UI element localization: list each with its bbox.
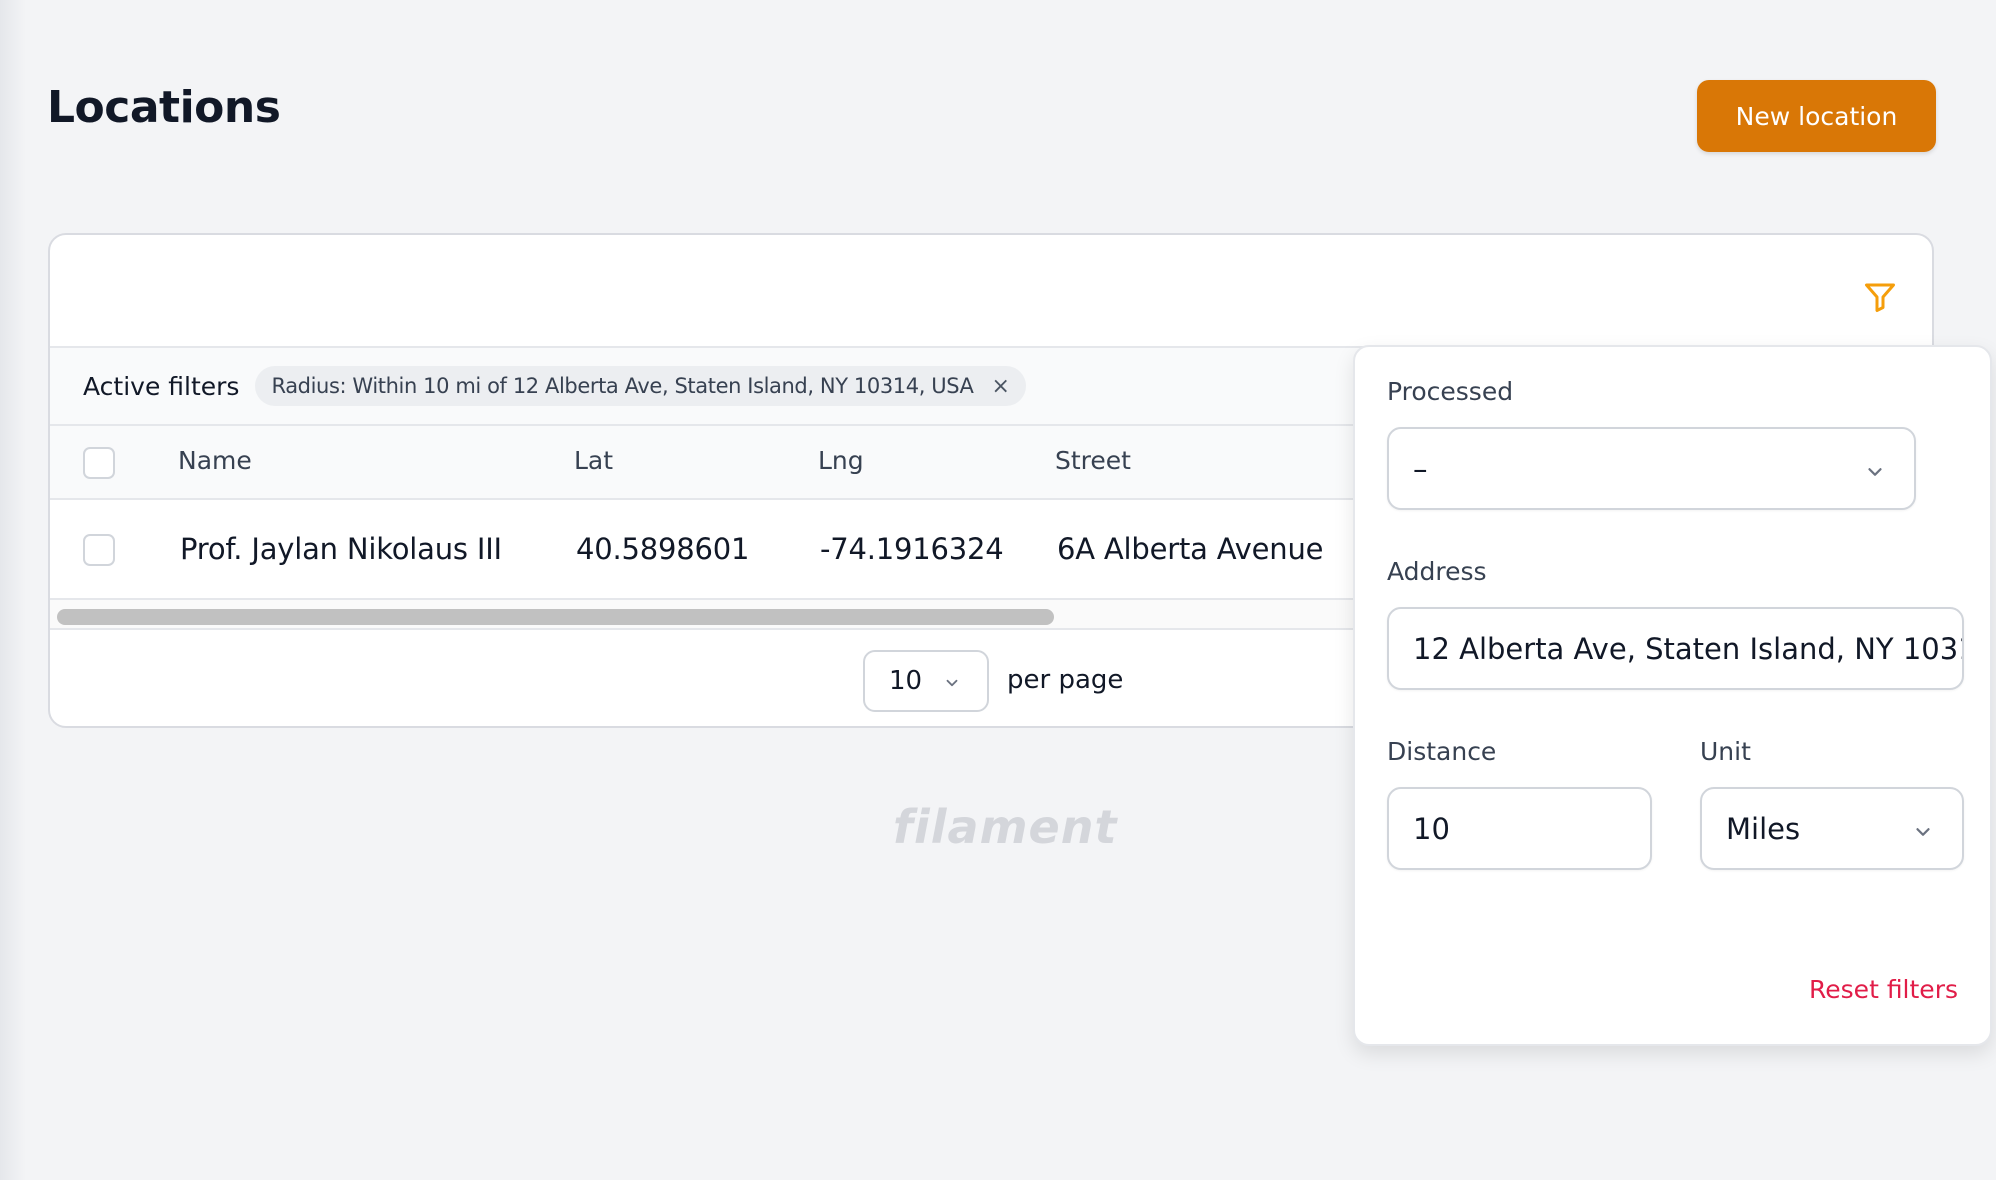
- filter-toggle-button[interactable]: 1: [1860, 269, 1910, 319]
- funnel-icon: [1865, 283, 1895, 312]
- column-header-name[interactable]: Name: [178, 446, 252, 475]
- select-all-checkbox[interactable]: [83, 447, 115, 479]
- processed-select[interactable]: –: [1387, 427, 1916, 510]
- cell-lat: 40.5898601: [576, 532, 750, 566]
- filament-logo: filament: [893, 800, 1118, 854]
- column-header-lat[interactable]: Lat: [574, 446, 613, 475]
- sidebar-edge-shadow: [0, 0, 26, 1180]
- cell-lng: -74.1916324: [820, 532, 1004, 566]
- active-filters-label: Active filters: [83, 371, 240, 401]
- unit-select[interactable]: Miles: [1700, 787, 1964, 870]
- remove-filter-icon[interactable]: ×: [992, 374, 1010, 399]
- active-filter-chip-label: Radius: Within 10 mi of 12 Alberta Ave, …: [271, 374, 974, 398]
- address-value: 12 Alberta Ave, Staten Island, NY 10314,…: [1413, 631, 1962, 666]
- processed-value: –: [1413, 451, 1428, 486]
- unit-value: Miles: [1726, 811, 1801, 846]
- new-location-button[interactable]: New location: [1697, 80, 1936, 152]
- distance-label: Distance: [1387, 737, 1497, 766]
- address-input[interactable]: 12 Alberta Ave, Staten Island, NY 10314,…: [1387, 607, 1964, 690]
- page-title: Locations: [47, 82, 281, 133]
- cell-street: 6A Alberta Avenue: [1057, 532, 1324, 566]
- distance-value: 10: [1413, 811, 1450, 846]
- chevron-down-icon: [946, 679, 958, 687]
- table-toolbar: 1: [50, 235, 1932, 348]
- scrollbar-thumb[interactable]: [57, 609, 1054, 625]
- column-header-street[interactable]: Street: [1055, 446, 1131, 475]
- processed-label: Processed: [1387, 377, 1514, 406]
- per-page-label: per page: [1007, 665, 1124, 695]
- column-header-lng[interactable]: Lng: [818, 446, 864, 475]
- chevron-down-icon: [1916, 828, 1930, 836]
- chevron-down-icon: [1868, 468, 1882, 476]
- unit-label: Unit: [1700, 737, 1751, 766]
- address-label: Address: [1387, 557, 1487, 586]
- row-select-checkbox[interactable]: [83, 534, 115, 566]
- per-page-select[interactable]: 10: [863, 650, 989, 712]
- distance-input[interactable]: 10: [1387, 787, 1652, 870]
- reset-filters-link[interactable]: Reset filters: [1809, 975, 1958, 1004]
- filters-dropdown-panel: Processed – Address 12 Alberta Ave, Stat…: [1353, 345, 1992, 1046]
- per-page-value: 10: [889, 666, 923, 696]
- active-filter-chip: Radius: Within 10 mi of 12 Alberta Ave, …: [255, 366, 1026, 406]
- cell-name: Prof. Jaylan Nikolaus III: [180, 532, 502, 566]
